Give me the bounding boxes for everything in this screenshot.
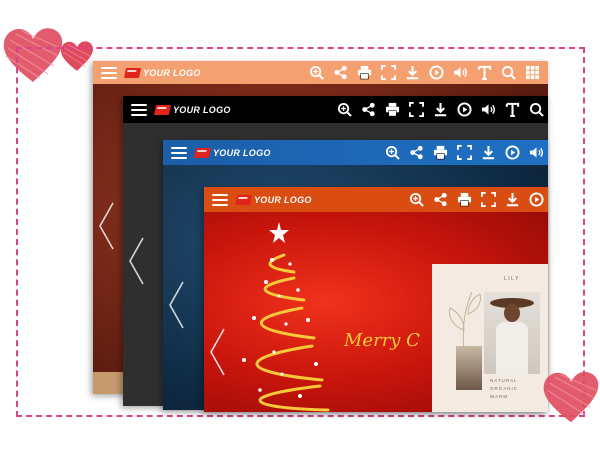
logo: YOUR LOGO [153,104,231,115]
print-icon[interactable] [352,63,376,83]
fullscreen-icon[interactable] [452,143,476,163]
download-icon[interactable] [500,190,524,210]
text-icon[interactable] [472,63,496,83]
leaf-illustration [449,291,481,350]
logo-text: YOUR LOGO [143,67,201,78]
print-icon[interactable] [428,143,452,163]
download-icon[interactable] [476,143,500,163]
menu-icon[interactable] [131,103,147,116]
toolbar-icons [404,190,548,210]
logo-text: YOUR LOGO [254,194,312,205]
tag-natural: NATURAL [490,378,518,383]
fullscreen-icon[interactable] [376,63,400,83]
sound-icon[interactable] [448,63,472,83]
zoom-in-icon[interactable] [304,63,328,83]
share-icon[interactable] [428,190,452,210]
toolbar-icons [380,143,548,163]
previous-page-arrow[interactable] [97,201,115,251]
magazine-title: LILY [504,276,520,282]
tag-organic: ORGANIC [490,386,519,391]
menu-icon[interactable] [212,193,228,206]
flipbook-window-front: YOUR LOGO Merry C LILY NATURAL ORGANIC W… [204,187,548,412]
menu-icon[interactable] [101,66,117,79]
small-photo [456,346,482,390]
model-photo [484,292,540,374]
previous-page-arrow[interactable] [208,327,226,377]
toolbar: YOUR LOGO [163,140,548,165]
toolbar: YOUR LOGO [123,96,548,123]
previous-page-arrow[interactable] [127,236,145,286]
logo-book-icon [153,104,172,115]
logo-book-icon [193,147,212,158]
autoplay-icon[interactable] [424,63,448,83]
zoom-in-icon[interactable] [380,143,404,163]
window-body: Merry C LILY NATURAL ORGANIC WARM [204,212,548,412]
toolbar: YOUR LOGO [93,61,548,84]
zoom-in-icon[interactable] [332,100,356,120]
autoplay-icon[interactable] [452,100,476,120]
greeting-text: Merry C [344,330,420,351]
share-icon[interactable] [404,143,428,163]
autoplay-icon[interactable] [524,190,548,210]
share-icon[interactable] [328,63,352,83]
logo-text: YOUR LOGO [173,104,231,115]
zoom-in-icon[interactable] [404,190,428,210]
logo-book-icon [234,194,253,205]
model-body [496,322,528,374]
toolbar-icons [304,63,544,83]
download-icon[interactable] [400,63,424,83]
heart-decoration-bottom-right [543,372,599,423]
magazine-tags: NATURAL ORGANIC WARM [490,378,518,399]
fullscreen-icon[interactable] [476,190,500,210]
search-icon[interactable] [496,63,520,83]
sound-icon[interactable] [524,143,548,163]
autoplay-icon[interactable] [500,143,524,163]
search-icon[interactable] [524,100,548,120]
sound-icon[interactable] [476,100,500,120]
thumbnails-icon[interactable] [520,63,544,83]
print-icon[interactable] [380,100,404,120]
logo: YOUR LOGO [123,67,201,78]
logo: YOUR LOGO [193,147,271,158]
model-face [504,304,520,322]
fullscreen-icon[interactable] [404,100,428,120]
logo-book-icon [123,67,142,78]
screenshot-stage: YOUR LOGO YOUR LOGO YOUR LOGO YOUR LOGO … [0,0,600,460]
menu-icon[interactable] [171,146,187,159]
toolbar: YOUR LOGO [204,187,548,212]
print-icon[interactable] [452,190,476,210]
logo: YOUR LOGO [234,194,312,205]
christmas-tree-image [242,222,330,412]
toolbar-icons [332,100,548,120]
text-icon[interactable] [500,100,524,120]
magazine-page: LILY NATURAL ORGANIC WARM [432,264,548,412]
download-icon[interactable] [428,100,452,120]
previous-page-arrow[interactable] [167,280,185,330]
share-icon[interactable] [356,100,380,120]
tag-warm: WARM [490,394,509,399]
logo-text: YOUR LOGO [213,147,271,158]
